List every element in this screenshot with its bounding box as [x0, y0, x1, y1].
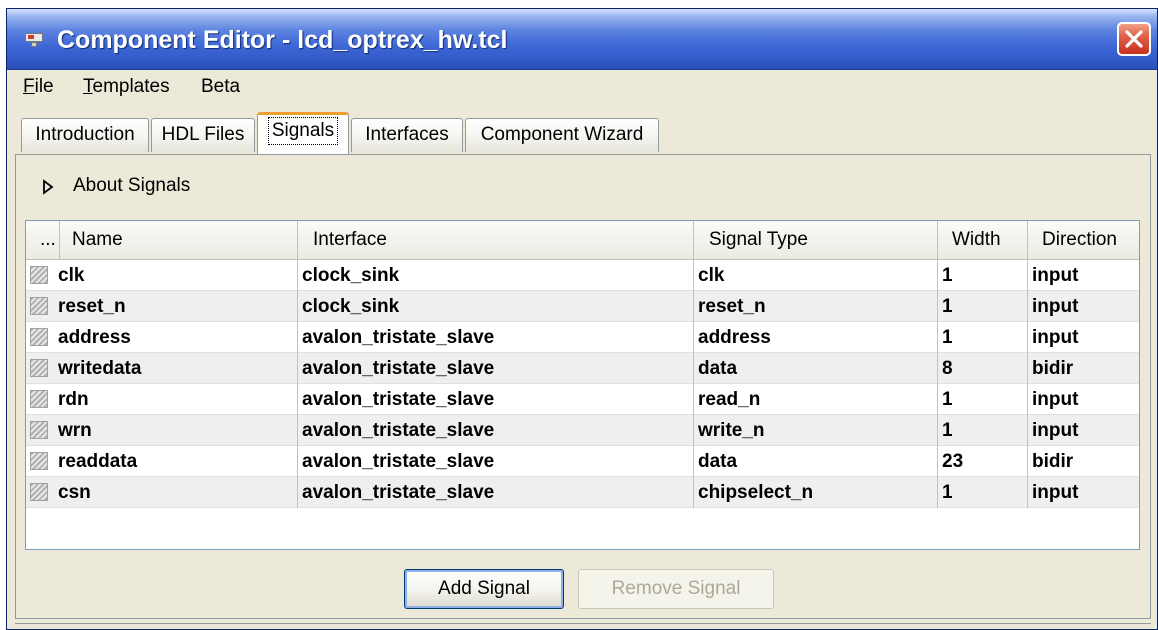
cell-interface[interactable]: avalon_tristate_slave — [298, 477, 694, 508]
grip-icon[interactable] — [30, 328, 48, 346]
grip-icon[interactable] — [30, 452, 48, 470]
cell-signal-type[interactable]: chipselect_n — [694, 477, 938, 508]
cell-direction[interactable]: input — [1028, 291, 1139, 322]
grip-icon[interactable] — [30, 297, 48, 315]
bottom-divider — [15, 623, 1151, 629]
cell-direction[interactable]: input — [1028, 322, 1139, 353]
tab-signals[interactable]: Signals — [257, 112, 349, 154]
cell-width[interactable]: 1 — [938, 415, 1028, 446]
cell-name[interactable]: clk — [54, 260, 298, 291]
grip-icon[interactable] — [30, 359, 48, 377]
about-signals-label: About Signals — [73, 175, 191, 196]
table-row[interactable]: wrn avalon_tristate_slave write_n 1 inpu… — [26, 415, 1139, 446]
cell-name[interactable]: rdn — [54, 384, 298, 415]
tab-strip: Introduction HDL Files Signals Interface… — [7, 108, 1157, 156]
cell-direction[interactable]: input — [1028, 384, 1139, 415]
signals-panel: About Signals ... Name Interface Signal … — [15, 154, 1151, 619]
close-icon — [1125, 30, 1143, 48]
cell-interface[interactable]: clock_sink — [298, 291, 694, 322]
menu-file[interactable]: File — [23, 76, 54, 98]
tab-interfaces[interactable]: Interfaces — [351, 118, 463, 152]
cell-signal-type[interactable]: clk — [694, 260, 938, 291]
signals-table: ... Name Interface Signal Type Width Dir… — [25, 220, 1140, 550]
cell-width[interactable]: 23 — [938, 446, 1028, 477]
component-editor-window: Component Editor - lcd_optrex_hw.tcl Fil… — [6, 8, 1158, 630]
cell-direction[interactable]: bidir — [1028, 446, 1139, 477]
cell-name[interactable]: readdata — [54, 446, 298, 477]
tab-hdl-files[interactable]: HDL Files — [151, 118, 255, 152]
cell-interface[interactable]: avalon_tristate_slave — [298, 415, 694, 446]
tab-introduction[interactable]: Introduction — [21, 118, 149, 152]
cell-width[interactable]: 1 — [938, 322, 1028, 353]
cell-signal-type[interactable]: read_n — [694, 384, 938, 415]
column-header-interface[interactable]: Interface — [298, 221, 694, 259]
table-header: ... Name Interface Signal Type Width Dir… — [26, 221, 1139, 260]
cell-width[interactable]: 1 — [938, 291, 1028, 322]
column-header-width[interactable]: Width — [938, 221, 1028, 259]
grip-icon[interactable] — [30, 390, 48, 408]
cell-interface[interactable]: avalon_tristate_slave — [298, 384, 694, 415]
cell-interface[interactable]: avalon_tristate_slave — [298, 353, 694, 384]
add-signal-button[interactable]: Add Signal — [404, 569, 564, 609]
cell-name[interactable]: wrn — [54, 415, 298, 446]
cell-width[interactable]: 1 — [938, 477, 1028, 508]
grip-icon[interactable] — [30, 421, 48, 439]
column-header-direction[interactable]: Direction — [1028, 221, 1139, 259]
cell-width[interactable]: 1 — [938, 260, 1028, 291]
menu-templates[interactable]: Templates — [83, 76, 170, 98]
tab-component-wizard[interactable]: Component Wizard — [465, 118, 659, 152]
column-header-signal-type[interactable]: Signal Type — [694, 221, 938, 259]
window-title: Component Editor - lcd_optrex_hw.tcl — [57, 26, 508, 54]
grip-icon[interactable] — [30, 483, 48, 501]
table-row[interactable]: reset_n clock_sink reset_n 1 input — [26, 291, 1139, 322]
cell-signal-type[interactable]: write_n — [694, 415, 938, 446]
table-row[interactable]: readdata avalon_tristate_slave data 23 b… — [26, 446, 1139, 477]
menu-bar: File Templates Beta — [7, 70, 1157, 104]
cell-direction[interactable]: input — [1028, 477, 1139, 508]
table-row[interactable]: csn avalon_tristate_slave chipselect_n 1… — [26, 477, 1139, 508]
column-header-name[interactable]: Name — [60, 221, 298, 259]
monitor-icon — [25, 33, 43, 47]
cell-width[interactable]: 8 — [938, 353, 1028, 384]
column-header-handle[interactable]: ... — [26, 221, 60, 259]
cell-direction[interactable]: bidir — [1028, 353, 1139, 384]
table-row[interactable]: address avalon_tristate_slave address 1 … — [26, 322, 1139, 353]
cell-interface[interactable]: clock_sink — [298, 260, 694, 291]
cell-interface[interactable]: avalon_tristate_slave — [298, 322, 694, 353]
cell-signal-type[interactable]: data — [694, 446, 938, 477]
cell-name[interactable]: writedata — [54, 353, 298, 384]
cell-name[interactable]: reset_n — [54, 291, 298, 322]
table-row[interactable]: clk clock_sink clk 1 input — [26, 260, 1139, 291]
cell-width[interactable]: 1 — [938, 384, 1028, 415]
table-row[interactable]: rdn avalon_tristate_slave read_n 1 input — [26, 384, 1139, 415]
cell-direction[interactable]: input — [1028, 415, 1139, 446]
triangle-right-icon — [43, 179, 54, 195]
remove-signal-button[interactable]: Remove Signal — [578, 569, 774, 609]
grip-icon[interactable] — [30, 266, 48, 284]
cell-signal-type[interactable]: address — [694, 322, 938, 353]
cell-interface[interactable]: avalon_tristate_slave — [298, 446, 694, 477]
cell-name[interactable]: address — [54, 322, 298, 353]
cell-signal-type[interactable]: data — [694, 353, 938, 384]
title-bar[interactable]: Component Editor - lcd_optrex_hw.tcl — [7, 9, 1157, 70]
cell-name[interactable]: csn — [54, 477, 298, 508]
about-signals-expander[interactable]: About Signals — [16, 173, 1150, 203]
cell-direction[interactable]: input — [1028, 260, 1139, 291]
cell-signal-type[interactable]: reset_n — [694, 291, 938, 322]
table-row[interactable]: writedata avalon_tristate_slave data 8 b… — [26, 353, 1139, 384]
close-button[interactable] — [1117, 22, 1151, 56]
menu-beta[interactable]: Beta — [201, 76, 240, 98]
